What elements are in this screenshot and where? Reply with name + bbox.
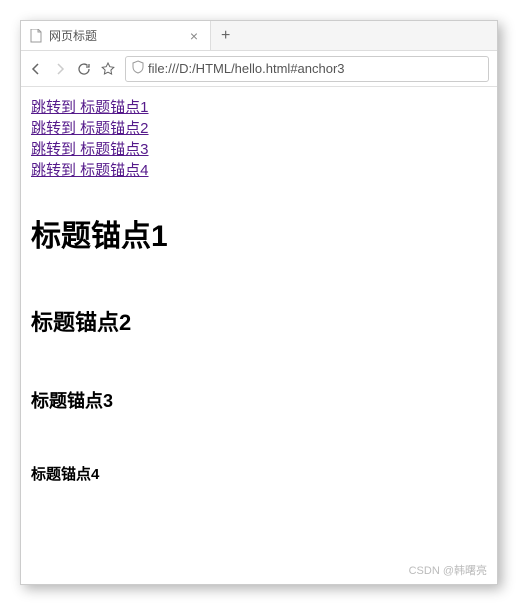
page-content: 跳转到 标题锚点1 跳转到 标题锚点2 跳转到 标题锚点3 跳转到 标题锚点4 …: [21, 87, 497, 584]
page-icon: [29, 29, 43, 43]
heading-3: 标题锚点3: [31, 387, 487, 413]
link-list: 跳转到 标题锚点1 跳转到 标题锚点2 跳转到 标题锚点3 跳转到 标题锚点4: [31, 97, 487, 181]
tab-active[interactable]: 网页标题 ×: [21, 21, 211, 50]
anchor-link-3[interactable]: 跳转到 标题锚点3: [31, 139, 487, 160]
new-tab-button[interactable]: +: [211, 27, 240, 45]
tab-title: 网页标题: [49, 27, 180, 44]
nav-bar: [21, 51, 497, 87]
heading-2: 标题锚点2: [31, 305, 487, 337]
anchor-link-2[interactable]: 跳转到 标题锚点2: [31, 118, 487, 139]
browser-window: 网页标题 × + 跳转到 标题锚点1 跳转到 标题锚点2 跳转到 标题锚点3: [20, 20, 498, 585]
watermark: CSDN @韩曙亮: [409, 562, 487, 578]
back-button[interactable]: [29, 62, 43, 76]
url-input[interactable]: [148, 61, 482, 76]
anchor-link-1[interactable]: 跳转到 标题锚点1: [31, 97, 487, 118]
reload-button[interactable]: [77, 62, 91, 76]
heading-4: 标题锚点4: [31, 463, 487, 484]
address-bar[interactable]: [125, 56, 489, 82]
tab-bar: 网页标题 × +: [21, 21, 497, 51]
star-icon[interactable]: [101, 62, 115, 76]
forward-button[interactable]: [53, 62, 67, 76]
heading-1: 标题锚点1: [31, 211, 487, 255]
anchor-link-4[interactable]: 跳转到 标题锚点4: [31, 160, 487, 181]
shield-icon: [132, 60, 144, 77]
close-icon[interactable]: ×: [186, 28, 202, 44]
